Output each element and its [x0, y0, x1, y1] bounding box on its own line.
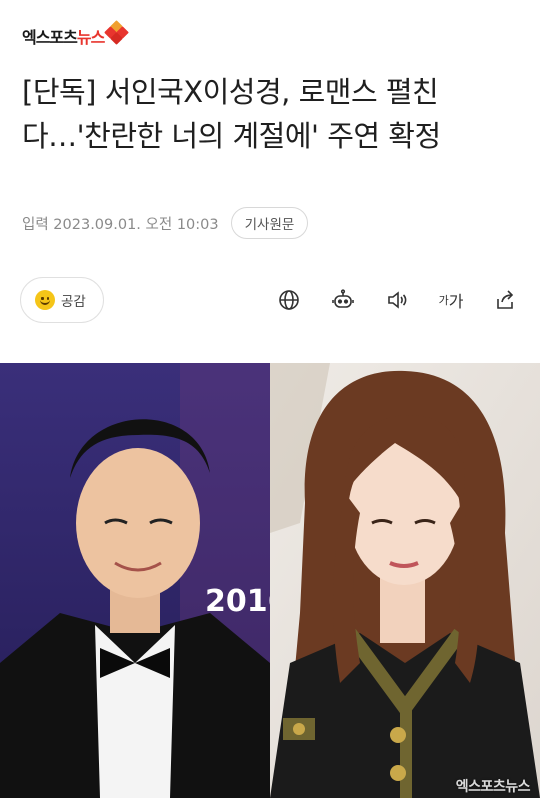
summary-bot-button[interactable] [328, 285, 358, 315]
photo-watermark: 엑스포츠뉴스 [455, 779, 531, 795]
logo-mark-icon [104, 20, 130, 45]
empathy-label: 공감 [61, 294, 86, 310]
font-size-large-glyph: 가 [448, 292, 464, 311]
robot-icon [332, 289, 354, 308]
empathy-button[interactable]: 공감 [20, 277, 104, 323]
publish-date: 입력 2023.09.01. 오전 10:03 [22, 216, 219, 233]
smile-emoji-icon [35, 290, 55, 310]
site-logo[interactable]: 엑스포츠뉴스 [22, 20, 130, 48]
font-size-button[interactable]: 가가 [436, 285, 466, 315]
logo-text: 엑스포츠뉴스 [22, 28, 105, 47]
share-icon [497, 290, 514, 309]
speaker-icon [388, 291, 407, 309]
article-toolbar: 가가 [250, 285, 520, 315]
article-meta: 입력 2023.09.01. 오전 10:03 기사원문 [22, 206, 309, 240]
actors-photo-image: 2016 [0, 363, 540, 798]
original-article-button[interactable]: 기사원문 [230, 207, 309, 239]
font-size-small-glyph: 가 [438, 294, 449, 307]
article-photo: 2016 엑스포츠뉴스 [0, 363, 540, 798]
share-button[interactable] [490, 285, 520, 315]
translate-button[interactable] [274, 285, 304, 315]
text-to-speech-button[interactable] [382, 285, 412, 315]
article-headline: [단독] 서인국X이성경, 로맨스 펼친다…'찬란한 너의 계절에' 주연 확정 [22, 75, 441, 153]
globe-icon [279, 290, 299, 310]
